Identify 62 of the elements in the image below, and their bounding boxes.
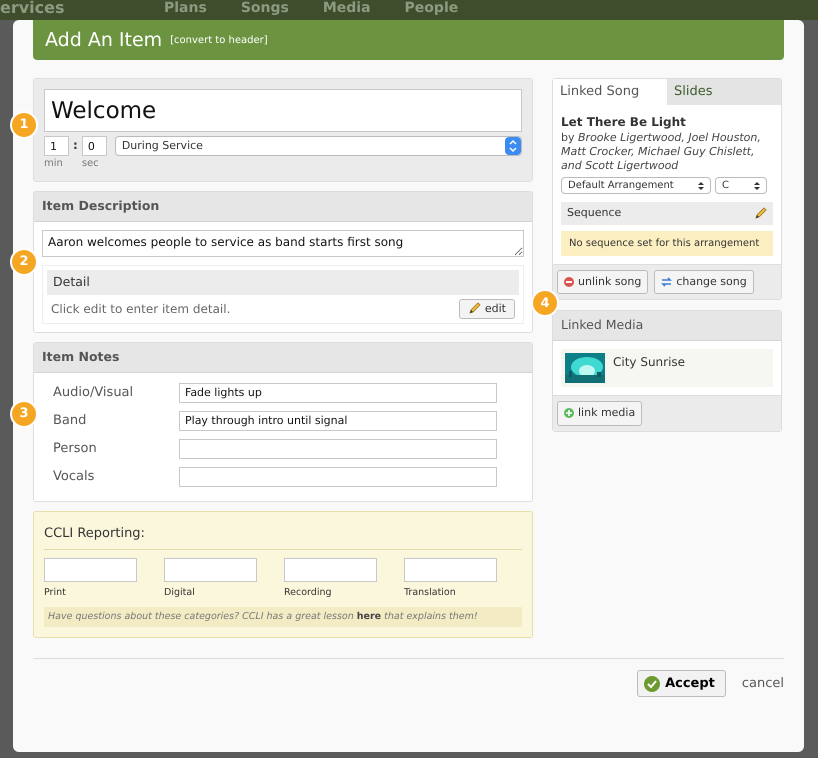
note-field[interactable] [179, 438, 497, 459]
unit-label: min [44, 157, 64, 171]
song-title: Let There Be Light [561, 114, 687, 130]
ccli-field[interactable] [44, 558, 137, 582]
step-marker: 2 [10, 248, 38, 276]
unlink-button[interactable]: unlink song [557, 270, 648, 294]
field-label: Translation [404, 586, 457, 600]
help-text: Have questions about these categories? CCLI has a great lesson here that explains them! [44, 606, 522, 627]
media-item[interactable]: City Sunrise [561, 349, 773, 388]
description-field[interactable]: Aaron welcomes people to service as band starts first song [42, 230, 524, 257]
sequence-notice: No sequence set for this arrangement [561, 230, 773, 256]
cancel-link[interactable]: cancel [742, 674, 784, 694]
key-select[interactable]: C [715, 177, 767, 194]
time-field[interactable]: 0 [82, 136, 107, 156]
change-button[interactable]: change song [654, 270, 754, 294]
stepper-icon [505, 137, 521, 155]
field-label: Print [44, 586, 67, 600]
add-icon [564, 408, 574, 418]
edit-sequence-icon[interactable] [754, 207, 767, 220]
pencil-icon [468, 302, 481, 316]
ccli-field[interactable] [404, 558, 497, 582]
swap-icon [661, 277, 672, 288]
updown-icon [697, 180, 705, 191]
section-heading: Linked Media [553, 311, 781, 342]
arrangement-select[interactable]: Default Arrangement [561, 177, 711, 194]
note-field[interactable]: Fade lights up [179, 382, 497, 403]
dialog-title: Add An Item [45, 28, 162, 53]
ccli-field[interactable] [284, 558, 377, 582]
song-tab[interactable]: Linked Song [553, 79, 667, 104]
timing-select[interactable]: During Service [114, 136, 522, 156]
step-marker: 1 [10, 111, 38, 139]
sequence-heading: Sequence [567, 205, 622, 222]
check-icon [644, 676, 660, 692]
note-label: Band [53, 412, 88, 430]
help-link[interactable]: here [356, 610, 382, 622]
ccli-field[interactable] [164, 558, 257, 582]
link-media-button[interactable]: link media [557, 401, 642, 426]
note-label: Audio/Visual [53, 384, 134, 402]
remove-icon [564, 277, 574, 288]
note-field[interactable]: Play through intro until signal [179, 410, 497, 431]
time-separator: : [73, 137, 78, 154]
field-label: Recording [284, 586, 333, 600]
title-field[interactable]: Welcome [44, 89, 522, 132]
accept-button[interactable]: Accept [637, 670, 726, 698]
note-label: Vocals [53, 468, 96, 486]
media-title: City Sunrise [613, 354, 686, 372]
edit-button[interactable]: edit [458, 298, 515, 319]
app-brand: ervices [0, 0, 66, 16]
time-field[interactable]: 1 [44, 136, 69, 156]
convert-link[interactable]: [convert to header] [170, 32, 268, 48]
detail-heading: Detail [47, 270, 519, 294]
song-authors: by Brooke Ligertwood, Joel Houston, Matt Crocker, Michael Guy Chislett, and Scott Ligertwood [561, 130, 762, 174]
updown-icon [753, 180, 761, 191]
unit-label: sec [82, 157, 100, 171]
note-field[interactable] [179, 466, 497, 487]
section-heading: Item Notes [34, 343, 532, 373]
detail-hint: Click edit to enter item detail. [51, 300, 230, 318]
section-heading: Item Description [34, 192, 532, 222]
step-marker: 3 [10, 400, 38, 428]
field-label: Digital [164, 586, 196, 600]
note-label: Person [53, 440, 98, 458]
ccli-heading: CCLI Reporting: [44, 522, 522, 550]
